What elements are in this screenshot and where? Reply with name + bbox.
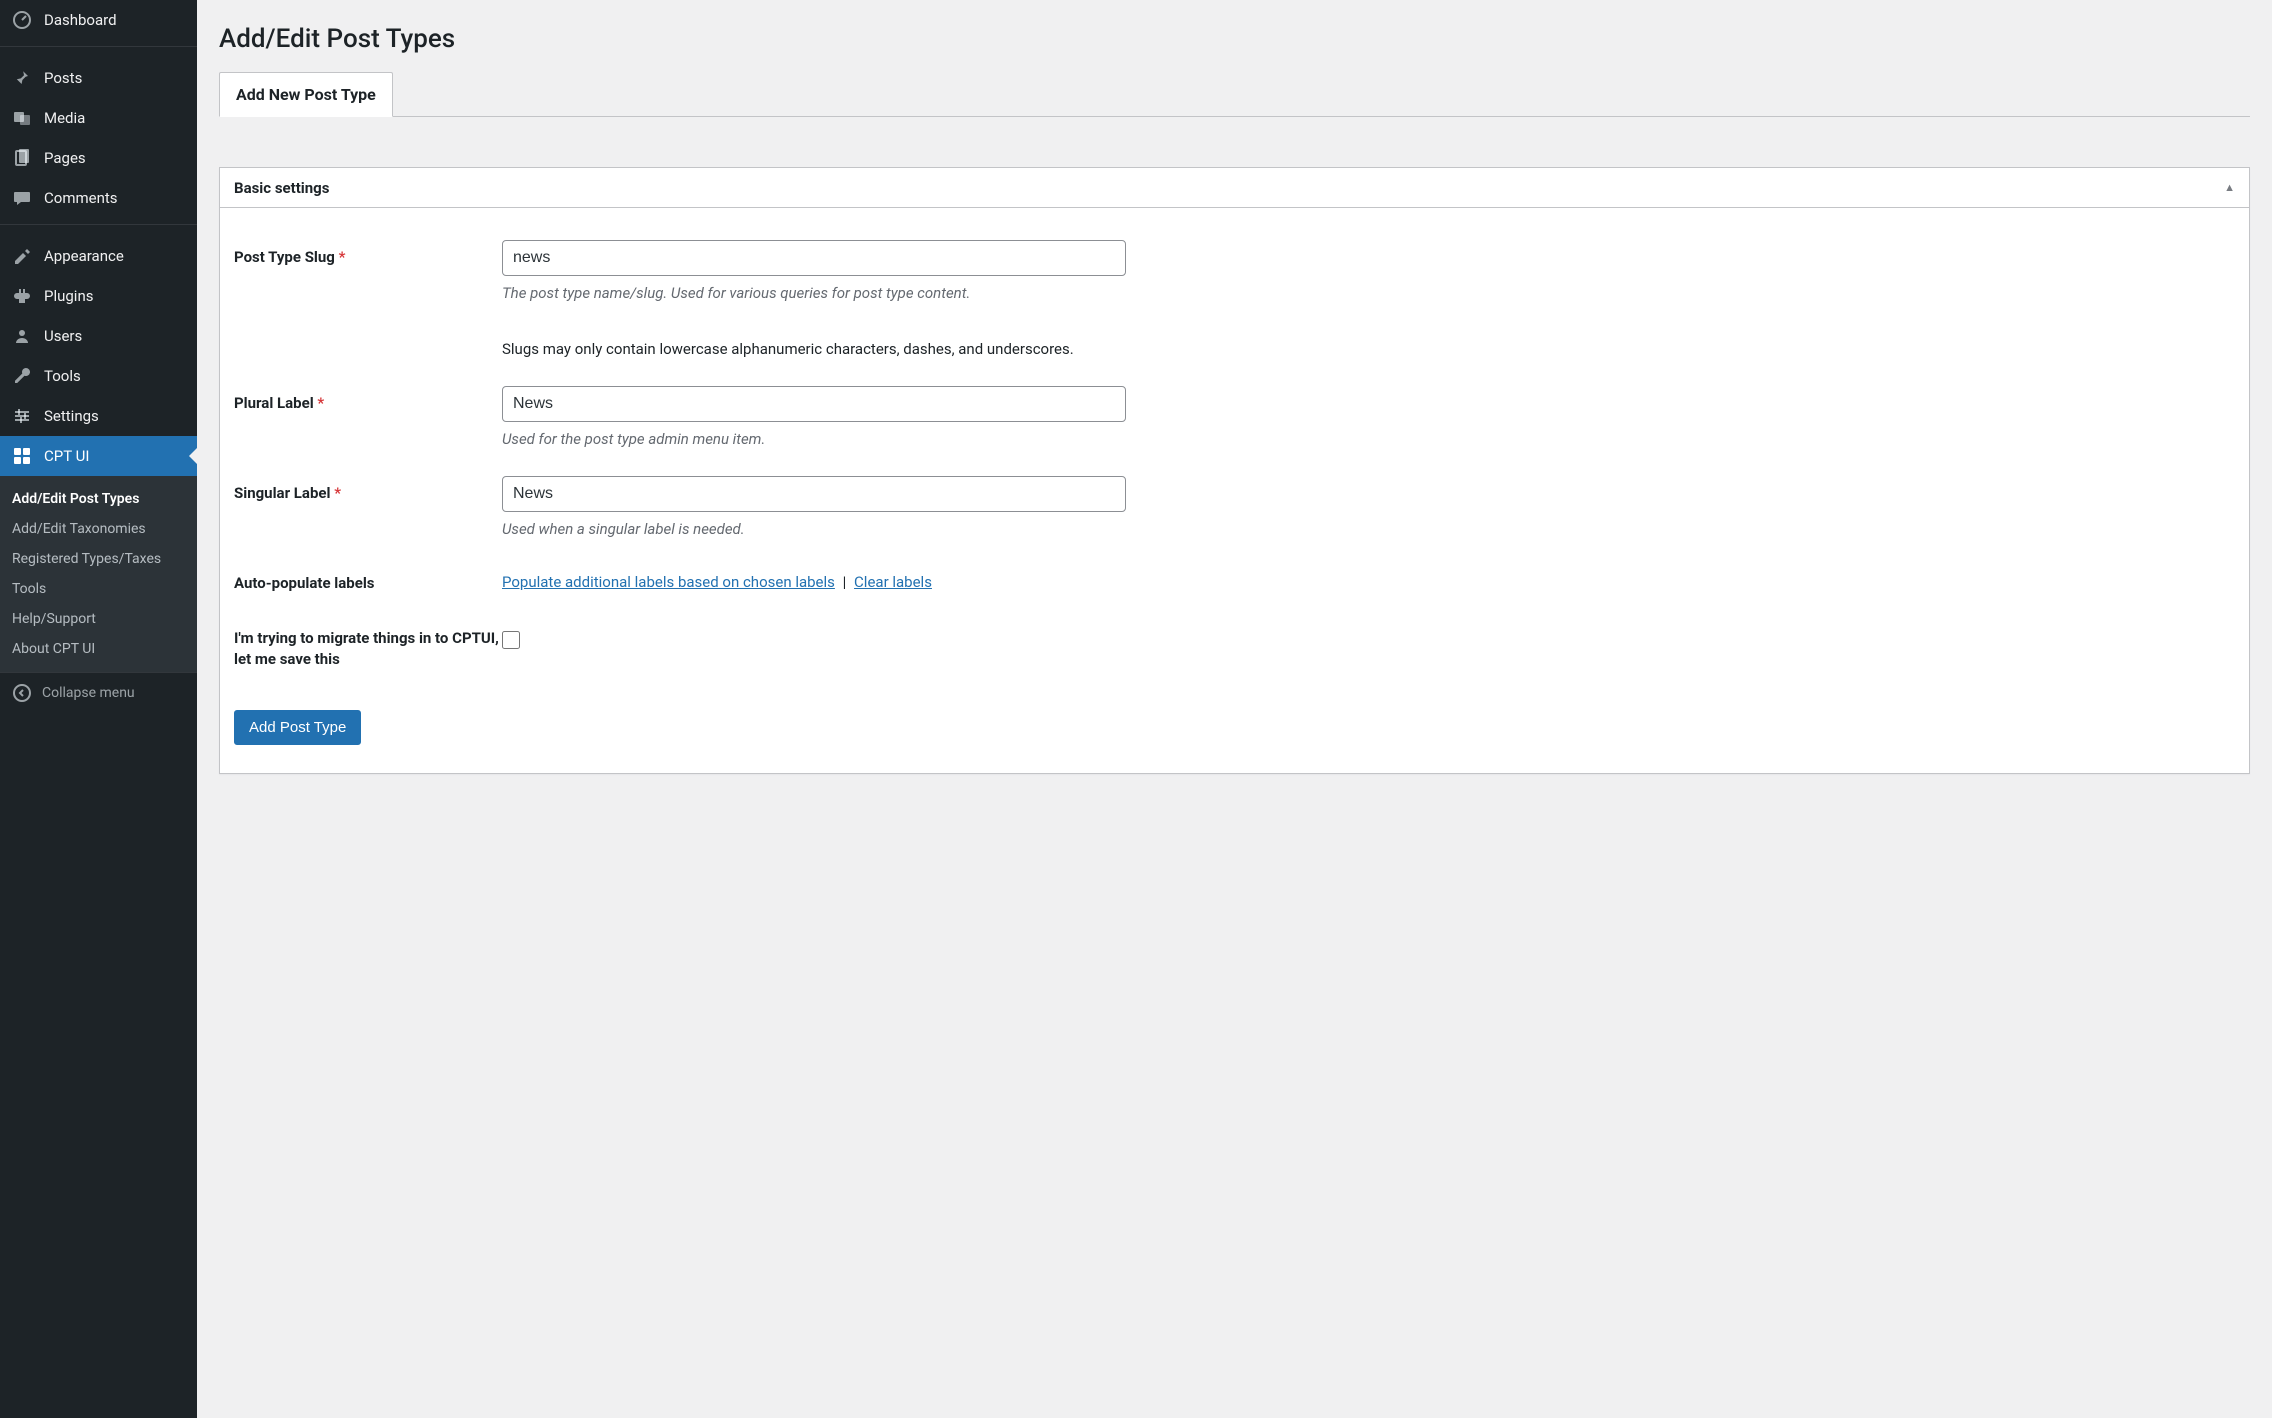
pages-icon	[12, 148, 32, 168]
sidebar-item-settings[interactable]: Settings	[0, 396, 197, 436]
row-singular-label: Singular Label * Used when a singular la…	[234, 476, 2235, 538]
settings-icon	[12, 406, 32, 426]
input-plural-label[interactable]	[502, 386, 1126, 422]
label-plural: Plural Label *	[234, 386, 502, 413]
row-post-type-slug: Post Type Slug * The post type name/slug…	[234, 240, 2235, 358]
submenu-item-registered-types-taxes[interactable]: Registered Types/Taxes	[0, 544, 197, 574]
submenu-cptui: Add/Edit Post Types Add/Edit Taxonomies …	[0, 476, 197, 672]
input-post-type-slug[interactable]	[502, 240, 1126, 276]
sidebar-item-users[interactable]: Users	[0, 316, 197, 356]
submenu-item-add-edit-taxonomies[interactable]: Add/Edit Taxonomies	[0, 514, 197, 544]
label-singular: Singular Label *	[234, 476, 502, 503]
link-clear-labels[interactable]: Clear labels	[854, 573, 932, 591]
sidebar-item-comments[interactable]: Comments	[0, 178, 197, 218]
page-title: Add/Edit Post Types	[219, 0, 2250, 72]
sidebar-item-label: Settings	[44, 407, 99, 425]
sidebar-item-label: Media	[44, 109, 85, 127]
dashboard-icon	[12, 10, 32, 30]
basic-settings-panel: Basic settings ▲ Post Type Slug * The po…	[219, 167, 2250, 774]
row-submit: Add Post Type	[234, 710, 2235, 745]
label-autopopulate: Auto-populate labels	[234, 566, 502, 593]
sidebar-item-label: Appearance	[44, 247, 124, 265]
tab-add-new-post-type[interactable]: Add New Post Type	[219, 72, 393, 117]
link-populate-labels[interactable]: Populate additional labels based on chos…	[502, 573, 835, 591]
desc-plural: Used for the post type admin menu item.	[502, 430, 1140, 448]
panel-toggle-icon[interactable]: ▲	[2224, 181, 2235, 194]
panel-body: Post Type Slug * The post type name/slug…	[220, 208, 2249, 773]
submenu-item-help-support[interactable]: Help/Support	[0, 604, 197, 634]
panel-header: Basic settings ▲	[220, 168, 2249, 208]
label-post-type-slug: Post Type Slug *	[234, 240, 502, 267]
menu-separator	[0, 224, 197, 230]
sidebar-item-tools[interactable]: Tools	[0, 356, 197, 396]
sidebar-item-cptui[interactable]: CPT UI	[0, 436, 197, 476]
plugins-icon	[12, 286, 32, 306]
sidebar-item-posts[interactable]: Posts	[0, 58, 197, 98]
sidebar-item-label: CPT UI	[44, 447, 89, 465]
comments-icon	[12, 188, 32, 208]
sidebar-item-label: Comments	[44, 189, 118, 207]
pin-icon	[12, 68, 32, 88]
sidebar-item-appearance[interactable]: Appearance	[0, 236, 197, 276]
row-migrate: I'm trying to migrate things in to CPTUI…	[234, 621, 2235, 670]
media-icon	[12, 108, 32, 128]
main-content: Add/Edit Post Types Add New Post Type Ba…	[197, 0, 2272, 1418]
sidebar-item-pages[interactable]: Pages	[0, 138, 197, 178]
tools-icon	[12, 366, 32, 386]
label-migrate: I'm trying to migrate things in to CPTUI…	[234, 621, 502, 670]
desc-singular: Used when a singular label is needed.	[502, 520, 1140, 538]
sidebar-item-dashboard[interactable]: Dashboard	[0, 0, 197, 40]
sidebar-item-label: Users	[44, 327, 82, 345]
collapse-menu-button[interactable]: Collapse menu	[0, 672, 197, 713]
add-post-type-button[interactable]: Add Post Type	[234, 710, 361, 745]
collapse-icon	[12, 683, 32, 703]
cptui-icon	[12, 446, 32, 466]
appearance-icon	[12, 246, 32, 266]
row-autopopulate: Auto-populate labels Populate additional…	[234, 566, 2235, 593]
checkbox-migrate[interactable]	[502, 631, 520, 649]
note-post-type-slug: Slugs may only contain lowercase alphanu…	[502, 340, 1140, 358]
sidebar-item-label: Tools	[44, 367, 81, 385]
menu-separator	[0, 46, 197, 52]
users-icon	[12, 326, 32, 346]
submenu-item-tools[interactable]: Tools	[0, 574, 197, 604]
sidebar-item-media[interactable]: Media	[0, 98, 197, 138]
row-plural-label: Plural Label * Used for the post type ad…	[234, 386, 2235, 448]
submenu-item-add-edit-post-types[interactable]: Add/Edit Post Types	[0, 484, 197, 514]
sidebar-item-label: Dashboard	[44, 11, 117, 29]
sidebar-item-label: Plugins	[44, 287, 93, 305]
tabs: Add New Post Type	[219, 72, 2250, 117]
desc-post-type-slug: The post type name/slug. Used for variou…	[502, 284, 1140, 302]
sidebar-item-plugins[interactable]: Plugins	[0, 276, 197, 316]
panel-title: Basic settings	[234, 179, 329, 197]
input-singular-label[interactable]	[502, 476, 1126, 512]
sidebar-item-label: Posts	[44, 69, 82, 87]
admin-sidebar: Dashboard Posts Media Pages Comments App…	[0, 0, 197, 1418]
separator: |	[839, 573, 851, 591]
collapse-label: Collapse menu	[42, 685, 135, 701]
sidebar-item-label: Pages	[44, 149, 86, 167]
submenu-item-about-cpt-ui[interactable]: About CPT UI	[0, 634, 197, 664]
